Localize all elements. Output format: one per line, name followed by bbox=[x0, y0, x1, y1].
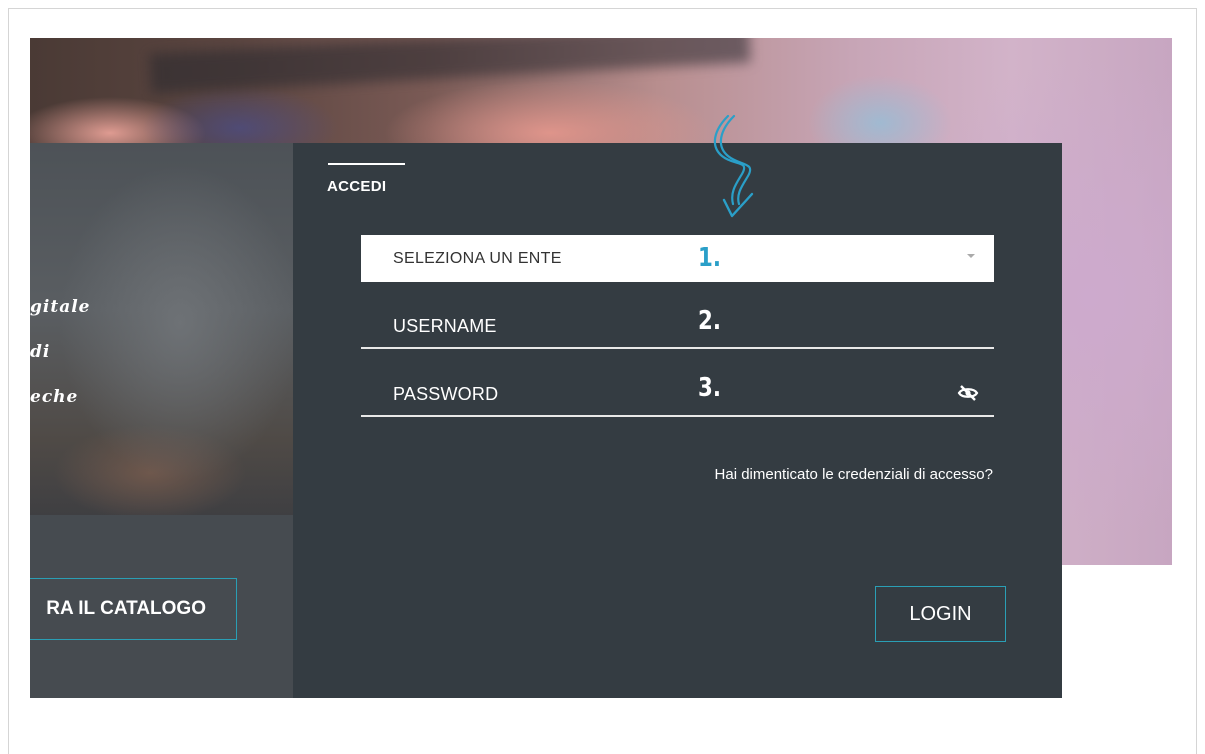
curly-arrow-down-icon bbox=[713, 114, 754, 218]
step-3-annotation: 3. bbox=[698, 373, 721, 403]
tagline-line-2: di bbox=[30, 342, 51, 362]
tagline-line-3: eche bbox=[30, 387, 79, 407]
password-label: PASSWORD bbox=[393, 384, 499, 404]
username-field[interactable]: USERNAME bbox=[361, 291, 994, 349]
caret-down-icon bbox=[967, 254, 975, 258]
step-2-annotation: 2. bbox=[698, 306, 721, 336]
login-button[interactable]: LOGIN bbox=[875, 586, 1006, 642]
heading-underline bbox=[328, 163, 405, 165]
forgot-credentials-link[interactable]: Hai dimenticato le credenziali di access… bbox=[715, 466, 993, 483]
username-label: USERNAME bbox=[393, 316, 497, 336]
promo-tagline: gitale di eche bbox=[30, 285, 130, 420]
institution-select-value: SELEZIONA UN ENTE bbox=[393, 250, 562, 267]
step-1-annotation: 1. bbox=[698, 243, 721, 273]
institution-select[interactable]: SELEZIONA UN ENTE bbox=[361, 235, 994, 282]
explore-catalog-button[interactable]: RA IL CATALOGO bbox=[30, 578, 237, 640]
tagline-line-1: gitale bbox=[30, 297, 91, 317]
password-field[interactable]: PASSWORD bbox=[361, 359, 994, 417]
login-heading: ACCEDI bbox=[327, 178, 387, 195]
login-panel: ACCEDI SELEZIONA UN ENTE USERNAME PASSWO… bbox=[293, 143, 1062, 698]
hero-keyboard-shadow bbox=[149, 38, 751, 94]
eye-slash-icon[interactable] bbox=[956, 381, 980, 405]
